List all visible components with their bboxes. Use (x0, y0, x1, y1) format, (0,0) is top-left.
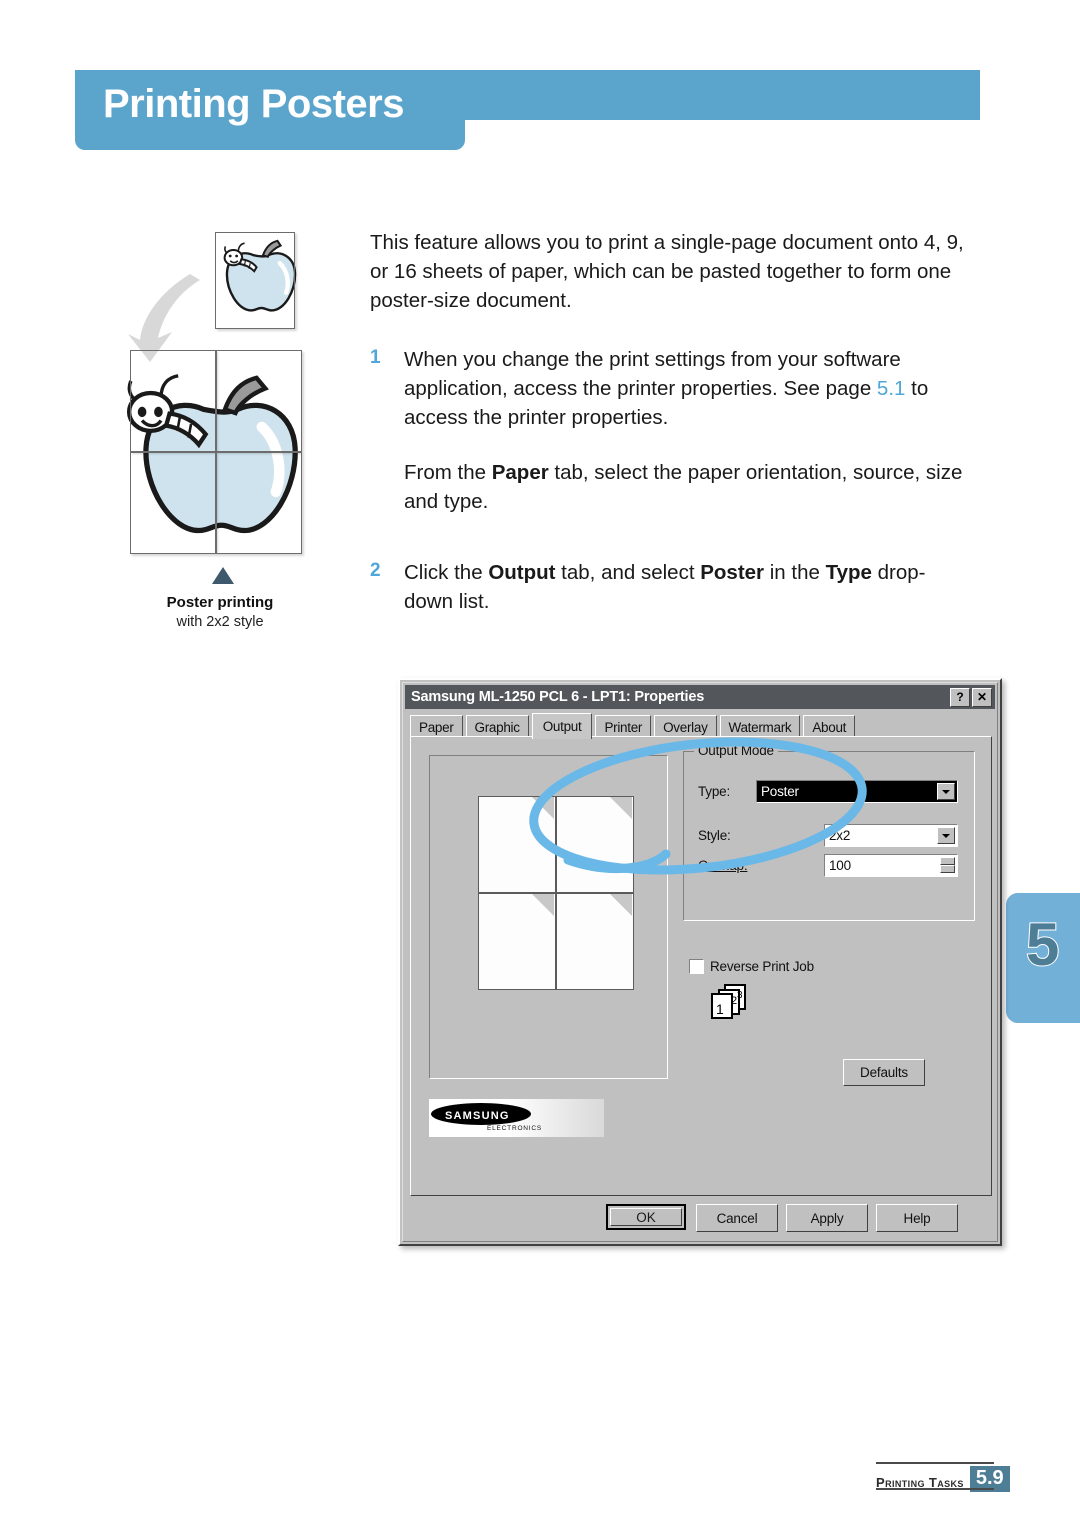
reverse-print-label: Reverse Print Job (710, 959, 814, 974)
output-mode-group: Output Mode Type: Poster Style: 2x2 Over… (683, 743, 975, 921)
type-field-reference: Type (825, 561, 872, 584)
poster-tile-4 (216, 452, 302, 554)
apply-button[interactable]: Apply (786, 1204, 868, 1232)
step-1-seg-0: When you change the print settings from … (404, 348, 901, 400)
overlap-value: 100 (829, 858, 851, 873)
help-button[interactable]: Help (876, 1204, 958, 1232)
output-tab-reference: Output (488, 561, 556, 584)
step-1-sub-seg-0: From the (404, 461, 492, 484)
tab-printer[interactable]: Printer (595, 715, 652, 738)
curved-arrow-icon (128, 274, 200, 362)
tab-overlay[interactable]: Overlay (654, 715, 717, 738)
body-content: This feature allows you to print a singl… (370, 228, 970, 638)
spinner-arrows-icon[interactable] (940, 857, 955, 873)
style-value: 2x2 (829, 828, 851, 843)
samsung-logo: SAMSUNG ELECTRONICS (429, 1099, 604, 1137)
overlap-label-text: Overlap: (698, 858, 748, 873)
step-2-seg-4: in the (764, 561, 826, 584)
step-2-seg-0: Click the (404, 561, 489, 584)
step-2: 2 Click the Output tab, and select Poste… (370, 558, 970, 616)
svg-text:ELECTRONICS: ELECTRONICS (487, 1125, 542, 1132)
type-label: Type: (698, 784, 731, 799)
up-triangle-icon (212, 567, 234, 584)
type-value: Poster (761, 784, 799, 799)
page-fold-corner-4 (610, 894, 632, 916)
overlap-spinner[interactable]: 100 (824, 854, 958, 877)
dialog-button-row: OK Cancel Apply Help (410, 1202, 992, 1234)
style-combobox[interactable]: 2x2 (824, 824, 958, 847)
titlebar-buttons: ? ✕ (950, 687, 992, 707)
page-fold-corner-2 (610, 797, 632, 819)
dialog-tabstrip: Paper Graphic Output Printer Overlay Wat… (410, 713, 992, 739)
print-preview-pane: A (429, 755, 668, 1079)
tab-watermark[interactable]: Watermark (719, 715, 801, 738)
page-fold-corner-1 (532, 797, 554, 819)
intro-paragraph: This feature allows you to print a singl… (370, 231, 964, 312)
help-icon[interactable]: ? (950, 687, 970, 707)
page-title: Printing Posters (103, 82, 404, 126)
page-fold-corner-3 (532, 894, 554, 916)
printer-properties-dialog: Samsung ML-1250 PCL 6 - LPT1: Properties… (398, 678, 1002, 1246)
defaults-button[interactable]: Defaults (843, 1059, 925, 1086)
output-mode-group-title: Output Mode (694, 743, 778, 758)
footer-rule-top (876, 1462, 994, 1464)
output-tab-page: A Output Mode Type: Poster Style: 2x2 O (410, 736, 992, 1196)
page-header: Printing Posters (0, 0, 1080, 200)
source-sheet (215, 232, 295, 329)
chevron-down-icon-style[interactable] (937, 827, 955, 844)
ok-button[interactable]: OK (606, 1204, 686, 1230)
cancel-button[interactable]: Cancel (696, 1204, 778, 1232)
poster-value-reference: Poster (700, 561, 765, 584)
tab-output[interactable]: Output (531, 713, 593, 739)
svg-text:1: 1 (716, 1001, 724, 1017)
reverse-print-checkbox[interactable] (689, 959, 704, 974)
tab-paper[interactable]: Paper (410, 715, 463, 738)
close-icon[interactable]: ✕ (972, 687, 992, 707)
step-1-text: When you change the print settings from … (404, 345, 970, 432)
poster-illustration: Poster printing with 2x2 style (120, 222, 320, 642)
chapter-number: 5 (1025, 911, 1060, 978)
step-2-number: 2 (370, 560, 381, 581)
chevron-down-icon[interactable] (937, 783, 955, 800)
svg-text:SAMSUNG: SAMSUNG (445, 1110, 510, 1122)
illustration-caption-sub: with 2x2 style (176, 614, 264, 630)
poster-tile-2 (216, 350, 302, 452)
paper-tab-reference: Paper (491, 461, 549, 484)
illustration-caption: Poster printing (166, 594, 274, 611)
poster-tile-1 (130, 350, 216, 452)
step-2-seg-2: tab, and select (555, 561, 701, 584)
poster-tile-3 (130, 452, 216, 554)
dialog-titlebar[interactable]: Samsung ML-1250 PCL 6 - LPT1: Properties… (405, 685, 995, 709)
page-stack-icon: 1 2 3 (711, 984, 746, 1019)
svg-text:3: 3 (737, 990, 743, 1001)
tab-graphic[interactable]: Graphic (465, 715, 529, 738)
tab-about[interactable]: About (803, 715, 856, 738)
step-1: 1 When you change the print settings fro… (370, 345, 970, 516)
page-reference-link[interactable]: 5.1 (877, 377, 906, 400)
step-1-number: 1 (370, 347, 381, 368)
type-combobox[interactable]: Poster (756, 780, 958, 803)
footer-rule-bottom (876, 1488, 994, 1490)
step-2-text: Click the Output tab, and select Poster … (404, 558, 970, 616)
ok-button-label: OK (610, 1208, 682, 1226)
style-label: Style: (698, 828, 731, 843)
dialog-title: Samsung ML-1250 PCL 6 - LPT1: Properties (411, 689, 705, 705)
overlap-label: Overlap: (698, 858, 748, 873)
reverse-print-job-row[interactable]: Reverse Print Job (689, 959, 814, 974)
step-1-subtext: From the Paper tab, select the paper ori… (404, 458, 970, 516)
